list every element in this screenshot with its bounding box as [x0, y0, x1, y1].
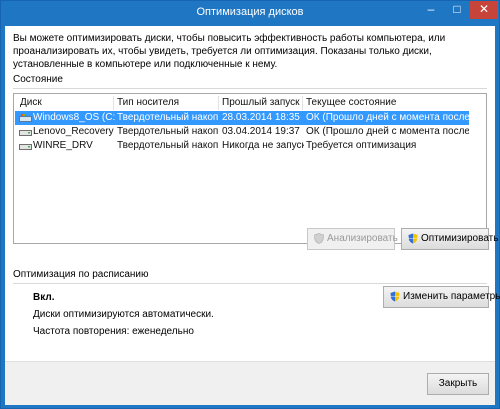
app-window: Оптимизация дисков – □ ✕ Вы можете оптим… — [0, 0, 500, 409]
status-section-label: Состояние — [13, 74, 63, 85]
column-header-drive[interactable]: Диск — [17, 96, 114, 110]
schedule-frequency: Частота повторения: еженедельно — [33, 326, 194, 337]
window-title: Оптимизация дисков — [196, 6, 304, 18]
analyze-button[interactable]: Анализировать — [307, 228, 398, 250]
current-status: ОК (Прошло дней с момента последн... — [306, 112, 469, 123]
media-type: Твердотельный накоп... — [117, 140, 219, 151]
title-bar[interactable]: Оптимизация дисков – □ ✕ — [1, 1, 499, 25]
uac-shield-icon — [408, 233, 418, 244]
media-type: Твердотельный накоп... — [117, 126, 219, 137]
current-status: ОК (Прошло дней с момента последн... — [306, 126, 469, 137]
column-header-current-status[interactable]: Текущее состояние — [303, 96, 478, 110]
divider — [13, 283, 487, 284]
bottom-bar: Закрыть — [5, 361, 495, 405]
divider — [13, 88, 487, 89]
minimize-button[interactable]: – — [418, 1, 444, 19]
close-button[interactable]: Закрыть — [427, 373, 489, 395]
schedule-state: Вкл. — [33, 292, 55, 303]
drive-name: WINRE_DRV — [33, 140, 93, 151]
change-settings-button-label: Изменить параметры — [403, 291, 500, 302]
list-header: Диск Тип носителя Прошлый запуск Текущее… — [14, 96, 486, 110]
drive-name: Lenovo_Recovery — [33, 126, 114, 137]
column-header-last-run[interactable]: Прошлый запуск — [219, 96, 303, 110]
last-run: Никогда не запуск... — [222, 140, 304, 151]
analyze-button-label: Анализировать — [327, 233, 398, 244]
column-header-media-type[interactable]: Тип носителя — [114, 96, 219, 110]
last-run: 03.04.2014 19:37 — [222, 126, 300, 137]
table-row[interactable]: Windows8_OS (C:) Твердотельный накоп... … — [15, 111, 469, 125]
current-status: Требуется оптимизация — [306, 140, 417, 151]
close-window-button[interactable]: ✕ — [470, 1, 498, 19]
last-run: 28.03.2014 18:35 — [222, 112, 300, 123]
drive-list[interactable]: Диск Тип носителя Прошлый запуск Текущее… — [13, 93, 487, 244]
media-type: Твердотельный накоп... — [117, 112, 219, 123]
schedule-section-label: Оптимизация по расписанию — [13, 269, 149, 280]
table-row[interactable]: WINRE_DRV Твердотельный накоп... Никогда… — [15, 139, 469, 153]
drive-name: Windows8_OS (C:) — [33, 112, 115, 123]
uac-shield-icon — [314, 233, 324, 244]
client-area: Вы можете оптимизировать диски, чтобы по… — [5, 26, 500, 405]
optimize-button-label: Оптимизировать — [421, 233, 499, 244]
uac-shield-icon — [390, 291, 400, 302]
maximize-button[interactable]: □ — [444, 1, 470, 19]
table-row[interactable]: Lenovo_Recovery Твердотельный накоп... 0… — [15, 125, 469, 139]
change-settings-button[interactable]: Изменить параметры — [383, 286, 500, 308]
optimize-button[interactable]: Оптимизировать — [401, 228, 498, 250]
intro-text: Вы можете оптимизировать диски, чтобы по… — [13, 33, 446, 70]
schedule-description: Диски оптимизируются автоматически. — [33, 309, 214, 320]
